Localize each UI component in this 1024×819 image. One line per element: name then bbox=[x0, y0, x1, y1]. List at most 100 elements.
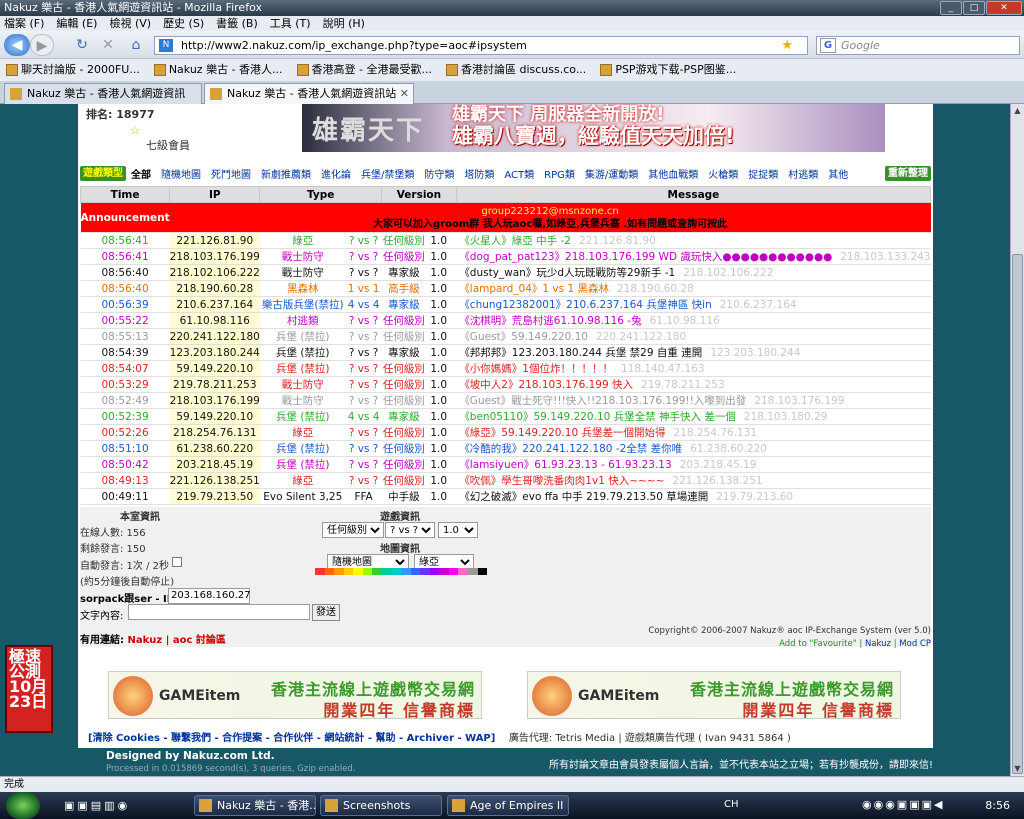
row-ip[interactable]: 221.126.138.251 bbox=[169, 472, 260, 489]
palette-swatch[interactable] bbox=[353, 568, 363, 575]
table-row[interactable]: 00:52:39 59.149.220.10 兵堡 (禁拉) 4 vs 4 專家級 1.0… bbox=[80, 408, 931, 425]
category-item[interactable]: 全部 bbox=[126, 166, 156, 181]
menu-item[interactable]: 書籤 (B) bbox=[216, 16, 258, 31]
footer-nav-links[interactable]: [清除 Cookies - 聯繫我們 - 合作提案 - 合作伙伴 - 網站統計 … bbox=[88, 733, 495, 744]
scroll-down-icon[interactable]: ▼ bbox=[1011, 762, 1024, 776]
table-row[interactable]: 08:56:40 218.102.106.222 戰士防守 ? vs ? 專家級 1.0 《… bbox=[80, 264, 931, 281]
back-button[interactable]: ◀ bbox=[4, 34, 30, 56]
row-ip[interactable]: 59.149.220.10 bbox=[169, 408, 260, 425]
table-row[interactable]: 00:53:29 219.78.211.253 戰士防守 ? vs ? 任何級別 1.0 《… bbox=[80, 376, 931, 393]
bookmark-item[interactable]: 香港討論區 discuss.co... bbox=[445, 59, 586, 81]
table-row[interactable]: 00:52:26 218.254.76.131 綠亞 ? vs ? 任何級別 1.0 《綠亞… bbox=[80, 424, 931, 441]
gameitem-ad-left[interactable]: GAMEitem 香港主流線上遊戲幣交易網 開業四年 信譽商標 bbox=[108, 671, 482, 720]
row-ip[interactable]: 218.103.176.199 bbox=[169, 392, 260, 409]
category-item[interactable]: 防守類 bbox=[419, 166, 459, 181]
table-row[interactable]: 08:55:13 220.241.122.180 兵堡 (禁拉) ? vs ? 任何級別… bbox=[80, 328, 931, 345]
category-item[interactable]: 死鬥地圖 bbox=[206, 166, 256, 181]
table-row[interactable]: 08:49:13 221.126.138.251 綠亞 ? vs ? 任何級別 1.0 《吹… bbox=[80, 472, 931, 489]
message-input[interactable] bbox=[128, 604, 310, 620]
color-palette[interactable] bbox=[315, 568, 488, 575]
scroll-up-icon[interactable]: ▲ bbox=[1011, 104, 1024, 118]
row-ip[interactable]: 61.238.60.220 bbox=[169, 440, 260, 457]
announcement-message[interactable]: group223212@msnzone.cn 大家可以加入groom群 我人玩a… bbox=[169, 202, 931, 233]
category-item[interactable]: 集游/運動類 bbox=[580, 166, 643, 181]
taskbar-item-firefox[interactable]: Nakuz 樂古 - 香港... bbox=[194, 795, 316, 816]
menu-item[interactable]: 檢視 (V) bbox=[109, 16, 151, 31]
category-item[interactable]: 捉捉類 bbox=[743, 166, 783, 181]
palette-swatch[interactable] bbox=[343, 568, 354, 575]
nakuz-link[interactable]: Nakuz bbox=[865, 639, 891, 649]
palette-swatch[interactable] bbox=[410, 568, 421, 575]
palette-swatch[interactable] bbox=[362, 568, 373, 575]
palette-swatch[interactable] bbox=[334, 568, 344, 575]
palette-swatch[interactable] bbox=[315, 568, 325, 575]
menu-item[interactable]: 工具 (T) bbox=[270, 16, 311, 31]
row-ip[interactable]: 220.241.122.180 bbox=[169, 328, 260, 345]
palette-swatch[interactable] bbox=[448, 568, 459, 575]
vertical-scrollbar[interactable]: ▲ ▼ bbox=[1010, 104, 1024, 776]
ip-input[interactable]: 203.168.160.27 bbox=[168, 588, 251, 604]
table-row[interactable]: 00:49:11 219.79.213.50 Evo Silent 3,25 FFA 中… bbox=[80, 488, 931, 505]
category-item[interactable]: 新劇推薦類 bbox=[256, 166, 316, 181]
table-row[interactable]: 08:54:07 59.149.220.10 兵堡 (禁拉) ? vs ? 任何級別 1.… bbox=[80, 360, 931, 377]
tab-close-icon[interactable]: ✕ bbox=[400, 84, 409, 104]
menu-item[interactable]: 檔案 (F) bbox=[4, 16, 44, 31]
table-row[interactable]: 08:54:39 123.203.180.244 兵堡 (禁拉) ? vs ? 專家級 1… bbox=[80, 344, 931, 361]
taskbar-item-aoe[interactable]: Age of Empires II E... bbox=[447, 795, 569, 816]
row-ip[interactable]: 219.79.213.50 bbox=[169, 488, 260, 505]
vs-select[interactable]: ? vs ? bbox=[385, 522, 435, 538]
table-row[interactable]: 08:51:10 61.238.60.220 兵堡 (禁拉) ? vs ? 任何級別 1.… bbox=[80, 440, 931, 457]
menu-item[interactable]: 歷史 (S) bbox=[163, 16, 204, 31]
palette-swatch[interactable] bbox=[324, 568, 335, 575]
gameitem-ad-right[interactable]: GAMEitem 香港主流線上遊戲幣交易網 開業四年 信譽商標 bbox=[527, 671, 901, 720]
row-ip[interactable]: 219.78.211.253 bbox=[169, 376, 260, 393]
menu-item[interactable]: 編輯 (E) bbox=[56, 16, 97, 31]
row-ip[interactable]: 61.10.98.116 bbox=[169, 312, 260, 329]
level-select[interactable]: 任何級別 bbox=[322, 522, 384, 538]
row-ip[interactable]: 59.149.220.10 bbox=[169, 360, 260, 377]
category-item[interactable]: 村逃類 bbox=[783, 166, 823, 181]
palette-swatch[interactable] bbox=[458, 568, 468, 575]
bookmark-item[interactable]: 香港高登 - 全港最受歡... bbox=[296, 59, 432, 81]
modcp-link[interactable]: Mod CP bbox=[899, 639, 931, 649]
bookmark-item[interactable]: Nakuz 樂古 - 香港人... bbox=[153, 59, 283, 81]
link-aoc-forum[interactable]: aoc 討論區 bbox=[173, 635, 226, 646]
start-button[interactable] bbox=[6, 792, 40, 819]
category-item[interactable]: 隨機地圖 bbox=[156, 166, 206, 181]
palette-swatch[interactable] bbox=[381, 568, 392, 575]
category-item[interactable]: 塔防類 bbox=[459, 166, 499, 181]
row-ip[interactable]: 203.218.45.19 bbox=[169, 456, 260, 473]
row-ip[interactable]: 218.102.106.222 bbox=[169, 264, 260, 281]
auto-post-checkbox[interactable] bbox=[172, 557, 182, 567]
row-ip[interactable]: 210.6.237.164 bbox=[169, 296, 260, 313]
bookmark-star-icon[interactable]: ★ bbox=[781, 37, 793, 54]
palette-swatch[interactable] bbox=[477, 568, 488, 575]
row-ip[interactable]: 218.103.176.199 bbox=[169, 248, 260, 265]
row-ip[interactable]: 218.190.60.28 bbox=[169, 280, 260, 297]
table-row[interactable]: 00:55:22 61.10.98.116 村逃類 ? vs ? 任何級別 1.0 《沈棋明… bbox=[80, 312, 931, 329]
reload-icon[interactable]: ↻ bbox=[70, 34, 94, 56]
taskbar-item-screenshots[interactable]: Screenshots bbox=[320, 795, 442, 816]
menu-item[interactable]: 說明 (H) bbox=[323, 16, 365, 31]
palette-swatch[interactable] bbox=[439, 568, 449, 575]
category-item[interactable]: RPG類 bbox=[539, 166, 580, 181]
palette-swatch[interactable] bbox=[429, 568, 440, 575]
top-banner-ad[interactable]: 雄霸天下 雄霸天下 周服器全新開放! 雄霸八寶週，經驗值天天加倍! bbox=[302, 104, 885, 152]
link-nakuz[interactable]: Nakuz bbox=[127, 635, 162, 646]
tray-icons[interactable]: ◉◉◉▣▣▣◀ bbox=[862, 798, 944, 811]
minimize-button[interactable]: _ bbox=[940, 1, 962, 15]
palette-swatch[interactable] bbox=[391, 568, 402, 575]
table-row[interactable]: 00:56:39 210.6.237.164 樂古版兵堡(禁拉) 4 vs 4 專家級 1… bbox=[80, 296, 931, 313]
row-ip[interactable]: 218.254.76.131 bbox=[169, 424, 260, 441]
bookmark-item[interactable]: PSP游戏下载-PSP图鉴... bbox=[600, 59, 736, 81]
table-row[interactable]: 08:52:49 218.103.176.199 戰士防守 ? vs ? 任何級別 1.0… bbox=[80, 392, 931, 409]
close-button[interactable]: ✕ bbox=[986, 1, 1022, 15]
tab-2[interactable]: Nakuz 樂古 - 香港人氣網遊資訊站 ✕ bbox=[204, 83, 414, 105]
stop-icon[interactable]: ✕ bbox=[96, 34, 120, 56]
version-select[interactable]: 1.0 bbox=[438, 522, 478, 538]
category-item[interactable]: 其他 bbox=[823, 166, 853, 181]
tab-1[interactable]: Nakuz 樂古 - 香港人氣網遊資訊站 bbox=[4, 83, 202, 120]
category-item[interactable]: 進化論 bbox=[316, 166, 356, 181]
side-promo-banner[interactable]: 極速公測 10月23日 bbox=[5, 645, 53, 733]
forward-button[interactable]: ▶ bbox=[30, 34, 54, 56]
